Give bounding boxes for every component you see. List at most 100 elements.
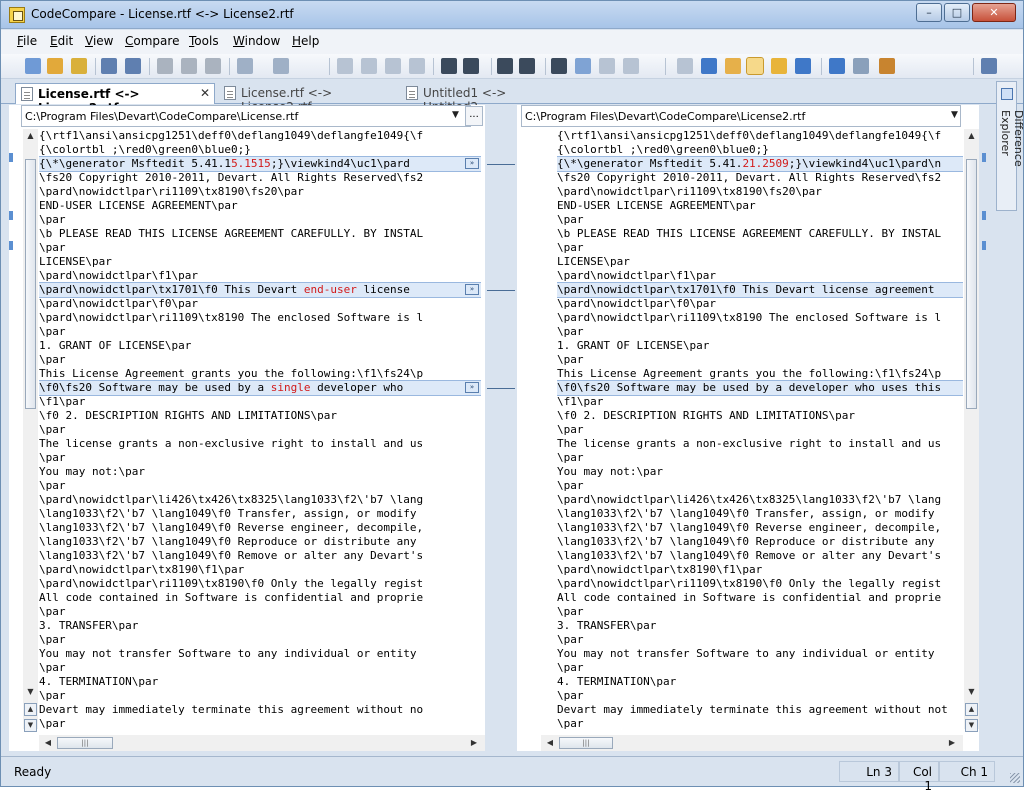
code-line[interactable]: \fs20 Copyright 2010-2011, Devart. All R…	[39, 171, 481, 185]
code-line[interactable]: \par	[39, 633, 481, 647]
right-vertical-scrollbar[interactable]: ▲ ▼	[964, 129, 979, 729]
right-editor[interactable]: {\rtf1\ansi\ansicpg1251\deff0\deflang104…	[557, 129, 963, 733]
code-line[interactable]: \lang1033\f2\'b7 \lang1049\f0 Reverse en…	[557, 521, 963, 535]
code-line[interactable]: \b PLEASE READ THIS LICENSE AGREEMENT CA…	[39, 227, 481, 241]
left-editor[interactable]: {\rtf1\ansi\ansicpg1251\deff0\deflang104…	[39, 129, 481, 733]
code-line[interactable]: \par	[557, 661, 963, 675]
copy-icon[interactable]	[181, 58, 197, 74]
code-line[interactable]: \par	[557, 451, 963, 465]
next-diff-nav-icon[interactable]: ▼	[965, 719, 978, 732]
copy-to-right-icon[interactable]: »	[465, 382, 479, 393]
prev-diff-nav-icon[interactable]: ▲	[24, 703, 37, 716]
menu-compare[interactable]: Compare	[125, 34, 179, 48]
menu-tools[interactable]: Tools	[189, 34, 219, 48]
next-diff-nav-icon[interactable]: ▼	[24, 719, 37, 732]
outline-icon[interactable]	[497, 58, 513, 74]
code-line[interactable]: {\colortbl ;\red0\green0\blue0;}	[557, 143, 963, 157]
code-line[interactable]: {\colortbl ;\red0\green0\blue0;}	[39, 143, 481, 157]
code-line[interactable]: END-USER LICENSE AGREEMENT\par	[557, 199, 963, 213]
layout-icon[interactable]	[981, 58, 997, 74]
diff-overview-marker[interactable]	[982, 153, 986, 162]
code-line[interactable]: \f1\par	[557, 395, 963, 409]
sync-edit-icon[interactable]	[746, 57, 764, 75]
redo-icon[interactable]	[273, 58, 289, 74]
menu-edit[interactable]: Edit	[50, 34, 73, 48]
maximize-button[interactable]: □	[944, 3, 970, 22]
diff-line[interactable]: {\*\generator Msftedit 5.41.15.1515;}\vi…	[39, 156, 481, 172]
code-line[interactable]: {\rtf1\ansi\ansicpg1251\deff0\deflang104…	[39, 129, 481, 143]
code-line[interactable]: \par	[557, 689, 963, 703]
code-line[interactable]: \pard\nowidctlpar\ri1109\tx8190\f0 Only …	[557, 577, 963, 591]
scroll-up-icon[interactable]: ▲	[964, 129, 979, 143]
code-line[interactable]: 4. TERMINATION\par	[39, 675, 481, 689]
diff-line[interactable]: \pard\nowidctlpar\tx1701\f0 This Devart …	[557, 282, 963, 298]
open-compare-icon[interactable]	[25, 58, 41, 74]
left-path-combo[interactable]: C:\Program Files\Devart\CodeCompare\Lice…	[21, 105, 471, 127]
code-line[interactable]: The license grants a non-exclusive right…	[557, 437, 963, 451]
comment-prev-icon[interactable]	[623, 58, 639, 74]
code-line[interactable]: \pard\nowidctlpar\ri1109\tx8190\fs20\par	[557, 185, 963, 199]
code-line[interactable]: \pard\nowidctlpar\li426\tx426\tx8325\lan…	[557, 493, 963, 507]
code-line[interactable]: \fs20 Copyright 2010-2011, Devart. All R…	[557, 171, 963, 185]
code-line[interactable]: \par	[39, 605, 481, 619]
find-next-icon[interactable]	[361, 58, 377, 74]
code-line[interactable]: \pard\nowidctlpar\tx8190\f1\par	[39, 563, 481, 577]
title-bar[interactable]: CodeCompare - License.rtf <-> License2.r…	[1, 1, 1023, 29]
tab-license-compare-2[interactable]: License.rtf <-> License2.rtf	[219, 83, 399, 114]
find-icon[interactable]	[337, 58, 353, 74]
code-line[interactable]: \pard\nowidctlpar\f0\par	[39, 297, 481, 311]
cut-icon[interactable]	[157, 58, 173, 74]
code-line[interactable]: This License Agreement grants you the fo…	[39, 367, 481, 381]
code-line[interactable]: \par	[39, 661, 481, 675]
code-line[interactable]: \par	[39, 451, 481, 465]
refresh-icon[interactable]	[795, 58, 811, 74]
code-line[interactable]: \f1\par	[39, 395, 481, 409]
code-line[interactable]: \par	[39, 325, 481, 339]
code-line[interactable]: \f0 2. DESCRIPTION RIGHTS AND LIMITATION…	[557, 409, 963, 423]
code-line[interactable]: \lang1033\f2\'b7 \lang1049\f0 Reverse en…	[39, 521, 481, 535]
scroll-right-icon[interactable]: ▶	[945, 736, 959, 750]
menu-view[interactable]: View	[85, 34, 113, 48]
code-line[interactable]: \par	[557, 325, 963, 339]
scroll-right-icon[interactable]: ▶	[467, 736, 481, 750]
prev-diff-icon[interactable]	[725, 58, 741, 74]
right-scroll-thumb[interactable]	[966, 159, 977, 409]
code-line[interactable]: \pard\nowidctlpar\li426\tx426\tx8325\lan…	[39, 493, 481, 507]
indent-icon[interactable]	[519, 58, 535, 74]
diff-overview-marker[interactable]	[9, 153, 13, 162]
diff-line[interactable]: {\*\generator Msftedit 5.41.21.2509;}\vi…	[557, 156, 963, 172]
code-line[interactable]: Devart may immediately terminate this ag…	[557, 703, 963, 717]
tab-close-icon[interactable]: ✕	[200, 86, 210, 100]
align-right-icon[interactable]	[463, 58, 479, 74]
code-line[interactable]: 1. GRANT OF LICENSE\par	[39, 339, 481, 353]
open-icon[interactable]	[71, 58, 87, 74]
diff-line[interactable]: \pard\nowidctlpar\tx1701\f0 This Devart …	[39, 282, 481, 298]
code-line[interactable]: \lang1033\f2\'b7 \lang1049\f0 Transfer, …	[39, 507, 481, 521]
font-icon[interactable]	[409, 58, 425, 74]
code-line[interactable]: \lang1033\f2\'b7 \lang1049\f0 Transfer, …	[557, 507, 963, 521]
tab-untitled-compare[interactable]: Untitled1 <-> Untitled2	[401, 83, 561, 114]
minimize-button[interactable]: –	[916, 3, 942, 22]
left-horizontal-scrollbar[interactable]: ◀ ||| ▶	[39, 735, 485, 751]
code-line[interactable]: You may not:\par	[557, 465, 963, 479]
code-line[interactable]: \pard\nowidctlpar\f1\par	[39, 269, 481, 283]
code-line[interactable]: \lang1033\f2\'b7 \lang1049\f0 Remove or …	[557, 549, 963, 563]
show-whitespace-icon[interactable]	[551, 58, 567, 74]
code-line[interactable]: \par	[39, 479, 481, 493]
code-line[interactable]: \par	[557, 423, 963, 437]
code-line[interactable]: \pard\nowidctlpar\ri1109\tx8190\f0 Only …	[39, 577, 481, 591]
code-line[interactable]: LICENSE\par	[39, 255, 481, 269]
code-line[interactable]: All code contained in Software is confid…	[39, 591, 481, 605]
code-line[interactable]: \par	[557, 717, 963, 731]
prev-diff-nav-icon[interactable]: ▲	[965, 703, 978, 716]
menu-file[interactable]: File	[17, 34, 37, 48]
scroll-left-icon[interactable]: ◀	[543, 736, 557, 750]
code-line[interactable]: \par	[557, 353, 963, 367]
diff-overview-marker[interactable]	[9, 211, 13, 220]
save-all-icon[interactable]	[125, 58, 141, 74]
code-line[interactable]: \par	[557, 633, 963, 647]
code-line[interactable]: 1. GRANT OF LICENSE\par	[557, 339, 963, 353]
code-line[interactable]: 4. TERMINATION\par	[557, 675, 963, 689]
close-button[interactable]: ✕	[972, 3, 1016, 22]
left-vertical-scrollbar[interactable]: ▲ ▼	[23, 129, 38, 729]
